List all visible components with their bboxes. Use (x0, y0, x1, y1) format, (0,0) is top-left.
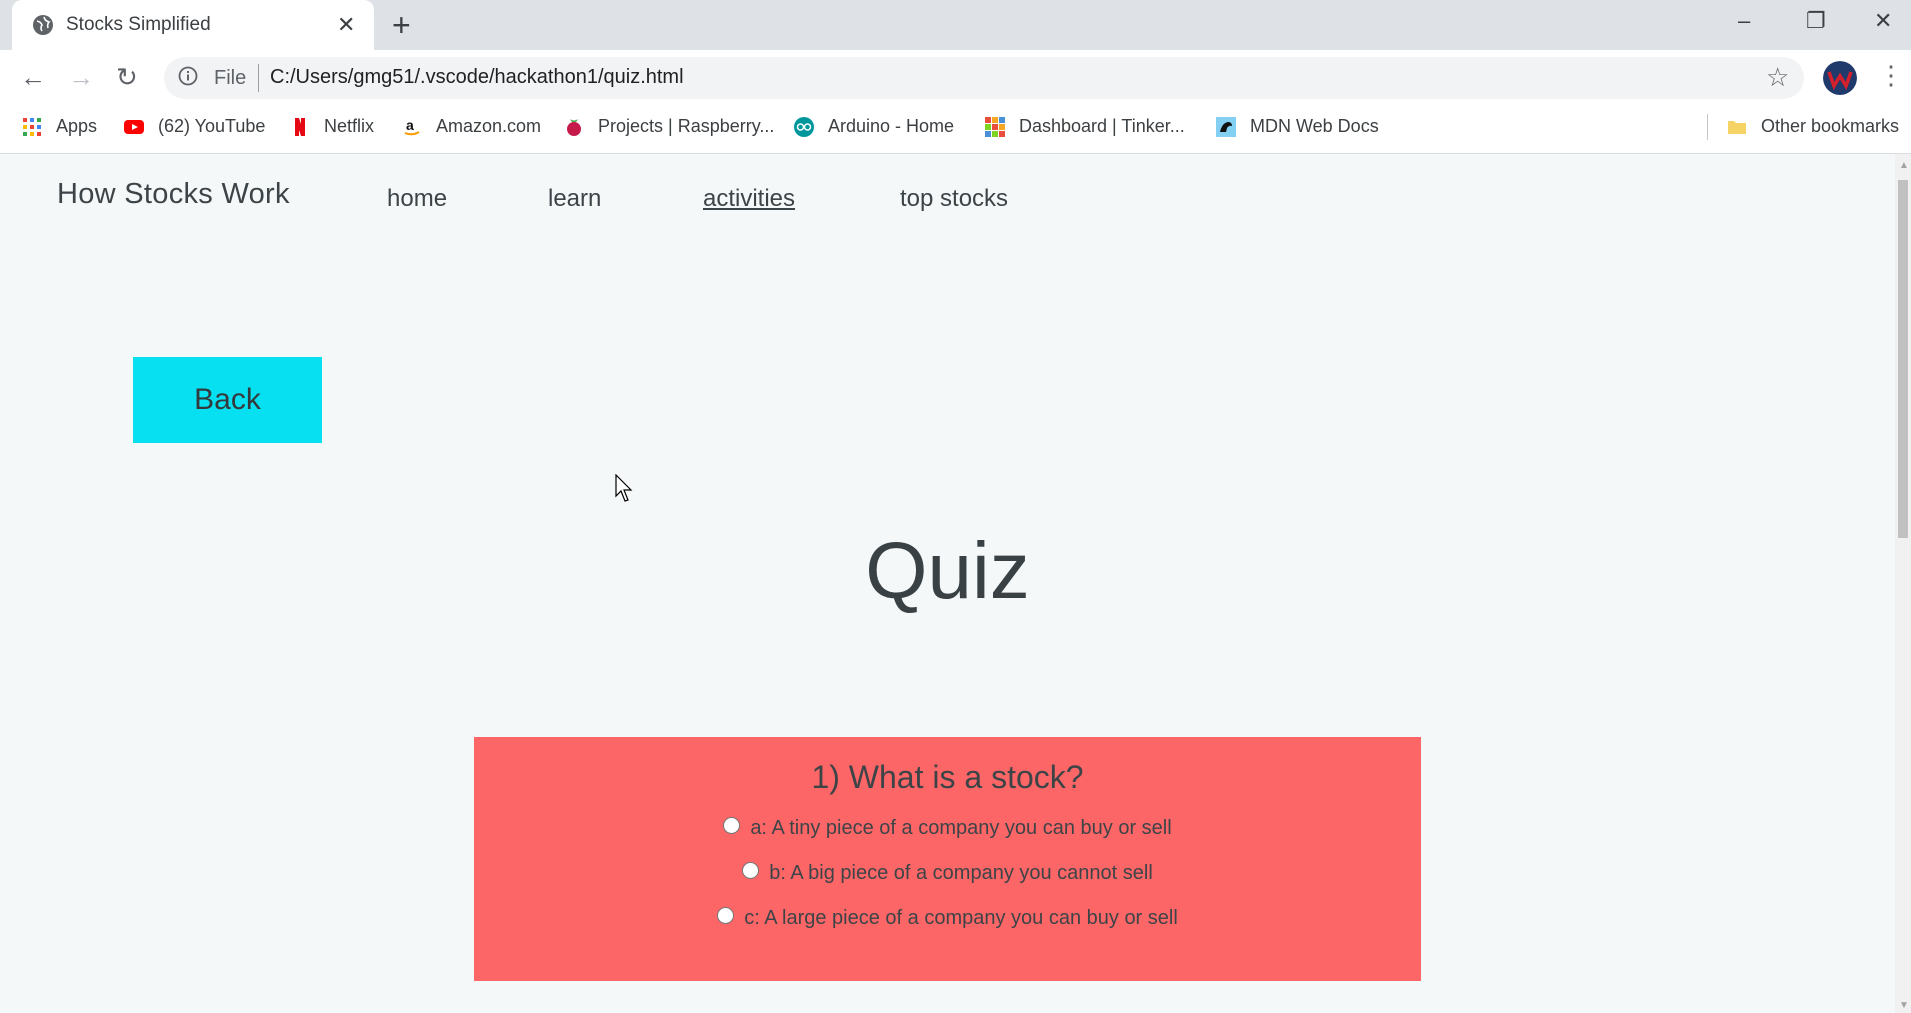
back-arrow-icon[interactable]: ← (20, 62, 46, 93)
amazon-icon: a (404, 117, 420, 135)
nav-link-learn[interactable]: learn (548, 185, 601, 213)
profile-avatar[interactable] (1823, 61, 1857, 95)
scrollbar-thumb[interactable] (1898, 180, 1908, 538)
bookmark-label: Amazon.com (436, 116, 542, 136)
bookmark-label: Other bookmarks (1761, 116, 1900, 136)
window-close-icon[interactable]: ✕ (1874, 8, 1892, 34)
bookmark-arduino[interactable]: Arduino - Home (794, 116, 954, 137)
radio-button[interactable] (723, 817, 741, 834)
bookmark-label: Projects | Raspberry... (598, 116, 775, 136)
browser-menu-icon[interactable]: ⋮ (1878, 62, 1904, 88)
mdn-icon (1216, 116, 1236, 137)
scroll-up-icon[interactable]: ▲ (1899, 160, 1909, 171)
option-label: c: A large piece of a company you can bu… (744, 907, 1178, 929)
browser-tab[interactable]: Stocks Simplified ✕ (12, 0, 374, 50)
url-text[interactable]: C:/Users/gmg51/.vscode/hackathon1/quiz.h… (270, 66, 684, 89)
bookmark-netflix[interactable]: Netflix (290, 116, 374, 137)
minimize-icon[interactable]: – (1738, 8, 1750, 34)
page-title: Quiz (865, 526, 1030, 615)
bookmark-youtube[interactable]: (62) YouTube (124, 116, 265, 137)
bookmark-label: Arduino - Home (828, 116, 955, 136)
info-icon[interactable] (178, 66, 198, 86)
bookmark-label: Dashboard | Tinker... (1019, 116, 1185, 136)
option-label: a: A tiny piece of a company you can buy… (750, 817, 1172, 839)
nav-link-activities[interactable]: activities (703, 185, 795, 213)
tab-title: Stocks Simplified (66, 14, 211, 35)
answer-option-c[interactable]: c: A large piece of a company you can bu… (474, 907, 1421, 930)
reload-icon[interactable]: ↻ (116, 62, 138, 93)
bookmarks-bar (0, 108, 1911, 152)
nav-link-top-stocks[interactable]: top stocks (900, 185, 1008, 213)
raspberry-icon (567, 118, 581, 136)
radio-button[interactable] (742, 862, 760, 879)
profile-logo-icon (1823, 61, 1857, 95)
tinkercad-icon (985, 116, 1005, 137)
radio-button[interactable] (717, 907, 735, 924)
bookmark-label: Netflix (324, 116, 375, 136)
close-tab-icon[interactable]: ✕ (337, 12, 355, 38)
forward-arrow-icon[interactable]: → (68, 62, 94, 93)
apps-grid-icon (23, 117, 41, 136)
bookmark-amazon[interactable]: a Amazon.com (402, 116, 541, 137)
bookmark-label: MDN Web Docs (1250, 116, 1379, 136)
scroll-down-icon[interactable]: ▼ (1899, 1000, 1909, 1011)
bookmark-raspberry[interactable]: Projects | Raspberry... (564, 116, 774, 137)
arduino-icon (794, 116, 814, 137)
bookmark-mdn[interactable]: MDN Web Docs (1216, 116, 1379, 137)
scheme-label: File (214, 67, 247, 89)
answer-option-b[interactable]: b: A big piece of a company you cannot s… (474, 862, 1421, 885)
new-tab-button[interactable]: + (392, 9, 411, 41)
bookmarks-separator (1707, 114, 1708, 140)
youtube-icon (124, 119, 144, 134)
nav-link-home[interactable]: home (387, 185, 447, 213)
restore-icon[interactable]: ❐ (1806, 8, 1826, 34)
globe-icon (33, 15, 53, 35)
bookmark-other[interactable]: Other bookmarks (1727, 116, 1899, 137)
question-text: 1) What is a stock? (811, 759, 1084, 795)
back-button[interactable]: Back (133, 357, 322, 443)
answer-option-a[interactable]: a: A tiny piece of a company you can buy… (474, 817, 1421, 840)
svg-text:a: a (406, 117, 414, 133)
bookmark-apps[interactable]: Apps (22, 116, 97, 137)
bookmark-tinkercad[interactable]: Dashboard | Tinker... (985, 116, 1185, 137)
bookmark-star-icon[interactable]: ☆ (1766, 62, 1789, 93)
option-label: b: A big piece of a company you cannot s… (769, 862, 1153, 884)
bookmark-label: (62) YouTube (158, 116, 266, 136)
bookmark-label: Apps (56, 116, 98, 136)
folder-icon (1728, 120, 1746, 134)
site-brand[interactable]: How Stocks Work (57, 178, 290, 211)
address-separator (258, 64, 259, 92)
mouse-cursor-icon (615, 474, 633, 502)
question-card: 1) What is a stock? a: A tiny piece of a… (474, 737, 1421, 981)
netflix-icon (295, 117, 305, 136)
